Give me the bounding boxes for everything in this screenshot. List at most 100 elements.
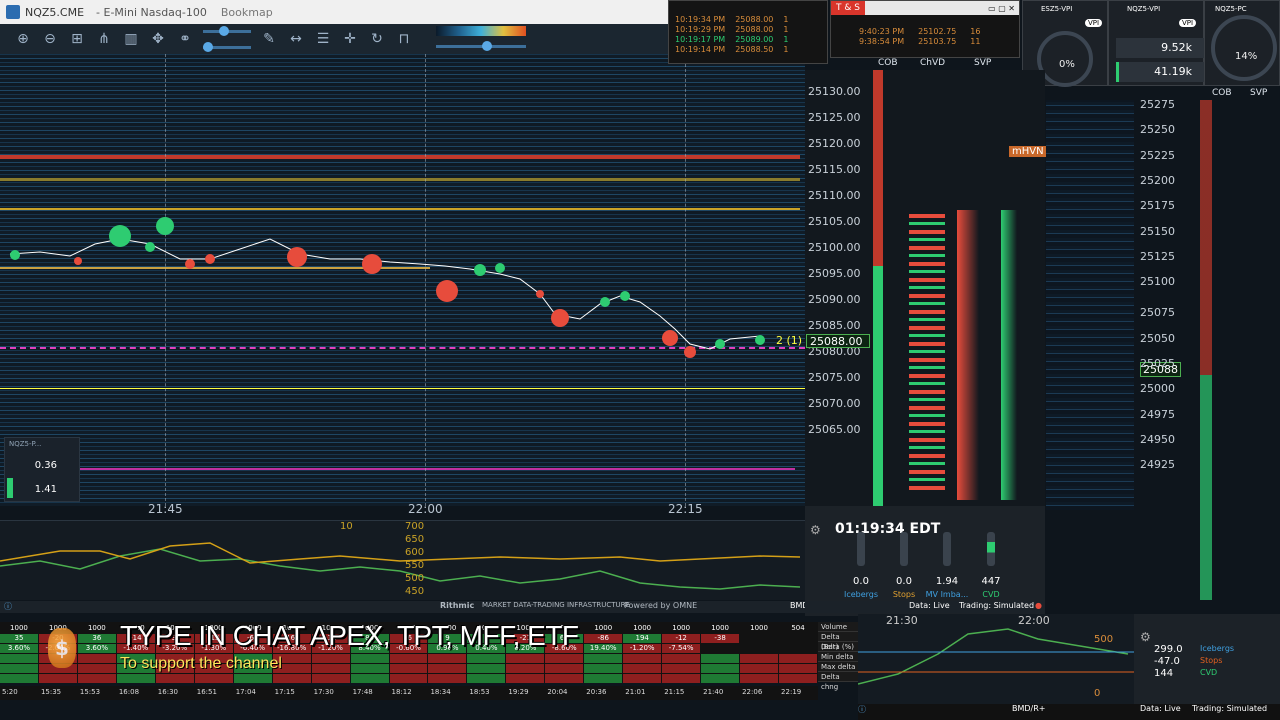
grid-cell <box>623 664 662 673</box>
chart-type-icon[interactable]: ▥ <box>122 30 140 48</box>
grid-time-tick: 18:12 <box>391 688 412 696</box>
bottom-right-chart[interactable]: 21:30 22:00 500 0 <box>858 614 1134 704</box>
zoom-fit-icon[interactable]: ⊞ <box>68 30 86 48</box>
measure-icon[interactable]: ↔ <box>287 30 305 48</box>
trade-bubbles <box>9 217 765 358</box>
current-price-badge: 25088.00 <box>806 334 870 348</box>
grid-cell <box>662 664 701 673</box>
vpi-badge: VPI <box>1179 19 1197 27</box>
grid-cell <box>584 664 623 673</box>
gauge-title: NQZ5-PC <box>1215 5 1247 13</box>
grid-cell: -12 <box>662 634 701 643</box>
ladder-price: 25105.00 <box>808 215 861 228</box>
grid-time-tick: 18:53 <box>469 688 490 696</box>
grid-time-tick: 17:15 <box>274 688 295 696</box>
grid-time-tick: 19:29 <box>508 688 529 696</box>
grid-time-tick: 20:36 <box>586 688 607 696</box>
mhvn-label: mHVN <box>1009 146 1047 157</box>
br-zero: 0 <box>1094 688 1101 699</box>
info-icon[interactable]: ⓘ <box>4 601 12 612</box>
nq-mini-widget[interactable]: NQZ5-P... 0.36 1.41 <box>4 437 80 502</box>
grid-cell: -1.20% <box>623 644 662 653</box>
ladder-header-chvd[interactable]: ChVD <box>920 58 945 70</box>
lock-icon[interactable]: ⊓ <box>395 30 413 48</box>
time-and-sales-window-2[interactable]: T & S ▭ ▢ ✕ 9:40:23 PM 25102.75 16 9:38:54… <box>830 0 1020 58</box>
zoom-in-icon[interactable]: ⊕ <box>14 30 32 48</box>
time-and-sales-window[interactable]: 10:19:34 PM 25088.00 1 10:19:29 PM 25088.00… <box>668 0 828 64</box>
tas-price: 25088.50 <box>735 45 774 54</box>
replay-icon[interactable]: ↻ <box>368 30 386 48</box>
window-controls-icon[interactable]: ▭ ▢ ✕ <box>988 4 1019 13</box>
grid-cell: 35 <box>0 634 38 643</box>
ladder-header-svp[interactable]: SVP <box>974 58 991 70</box>
grid-cell <box>389 674 428 683</box>
gauge-title: ESZ5-VPI <box>1041 5 1073 13</box>
grid-time-tick: 22:19 <box>781 688 802 696</box>
ladder-price: 25120.00 <box>808 137 861 150</box>
grid-cell: 1000 <box>87 624 106 632</box>
chat-icon[interactable]: ☰ <box>314 30 332 48</box>
grid-cell <box>506 654 545 663</box>
tas-size: 1 <box>783 45 789 54</box>
tas-time: 10:19:17 PM <box>675 35 726 44</box>
grid-cell <box>389 664 428 673</box>
tas-price: 25088.00 <box>735 25 774 34</box>
right-header-cob[interactable]: COB <box>1212 88 1232 100</box>
ladder-price: 25130.00 <box>808 85 861 98</box>
instrument-symbol: NQZ5.CME <box>25 5 85 19</box>
grid-cell <box>779 674 817 683</box>
time-tick: 22:15 <box>668 502 703 516</box>
tas-time: 9:40:23 PM <box>859 27 905 36</box>
price-ladder[interactable]: mHVN <box>805 70 1047 506</box>
link-icon[interactable]: ⚭ <box>176 30 194 48</box>
grid-time-tick: 16:30 <box>157 688 178 696</box>
grid-cell <box>623 674 662 683</box>
ladder-price: 25070.00 <box>808 397 861 410</box>
tas-price: 25088.00 <box>735 15 774 24</box>
grid-time-tick: 21:01 <box>625 688 646 696</box>
right-header-svp[interactable]: SVP <box>1250 88 1267 100</box>
title-bar: NQZ5.CME - E-Mini Nasdaq-100 Bookmap <box>0 0 668 24</box>
grid-row-label: Delta (Bar) <box>818 632 858 651</box>
grid-cell <box>272 674 311 683</box>
dollar-coin-icon: $ <box>48 628 76 668</box>
right-heatmap[interactable] <box>1046 100 1134 510</box>
indicators-icon[interactable]: ✥ <box>149 30 167 48</box>
right-ladder-price: 25100 <box>1140 275 1175 289</box>
crosshair-icon[interactable]: ✛ <box>341 30 359 48</box>
status-live: Data: Live <box>909 601 950 610</box>
share-icon[interactable]: ⋔ <box>95 30 113 48</box>
tas-price: 25102.75 <box>918 27 957 36</box>
heatmap-range-slider[interactable] <box>436 39 526 53</box>
grid-time-tick: 17:04 <box>235 688 256 696</box>
zoom-out-icon[interactable]: ⊖ <box>41 30 59 48</box>
grid-cell: -86 <box>584 634 623 643</box>
info-icon[interactable]: ⓘ <box>858 704 866 715</box>
heatmap-gradient-bar[interactable] <box>436 25 526 36</box>
grid-cell <box>233 674 272 683</box>
indicator-pane[interactable]: 700 650 600 550 500 450 10 <box>0 520 805 600</box>
grid-cell <box>311 674 350 683</box>
contrast-slider[interactable] <box>203 24 251 38</box>
ladder-price: 25075.00 <box>808 371 861 384</box>
ladder-header-cob[interactable]: COB <box>878 58 898 70</box>
right-ladder-price: 24925 <box>1140 458 1175 472</box>
grid-cell: 1000 <box>633 624 652 632</box>
record-icon[interactable]: ● <box>1035 601 1042 610</box>
pc-gauge[interactable]: NQZ5-PC 14% <box>1204 0 1280 86</box>
grid-row-label: Min delta <box>818 652 858 662</box>
grid-cell <box>428 664 467 673</box>
filter-slider[interactable] <box>203 40 251 54</box>
tas-price: 25103.75 <box>918 37 957 46</box>
heatmap-chart[interactable]: NQZ5-P... 0.36 1.41 <box>0 54 805 506</box>
grid-time-tick: 20:04 <box>547 688 568 696</box>
gear-icon[interactable]: ⚙ <box>1140 630 1151 644</box>
vol-b: 41.19k <box>1116 62 1204 82</box>
pencil-icon[interactable]: ✎ <box>260 30 278 48</box>
grid-cell <box>311 664 350 673</box>
grid-cell <box>389 654 428 663</box>
gear-icon[interactable]: ⚙ <box>810 523 821 537</box>
ind-level: 500 <box>405 573 425 584</box>
grid-cell <box>779 654 817 663</box>
ind-level: 600 <box>405 547 425 558</box>
